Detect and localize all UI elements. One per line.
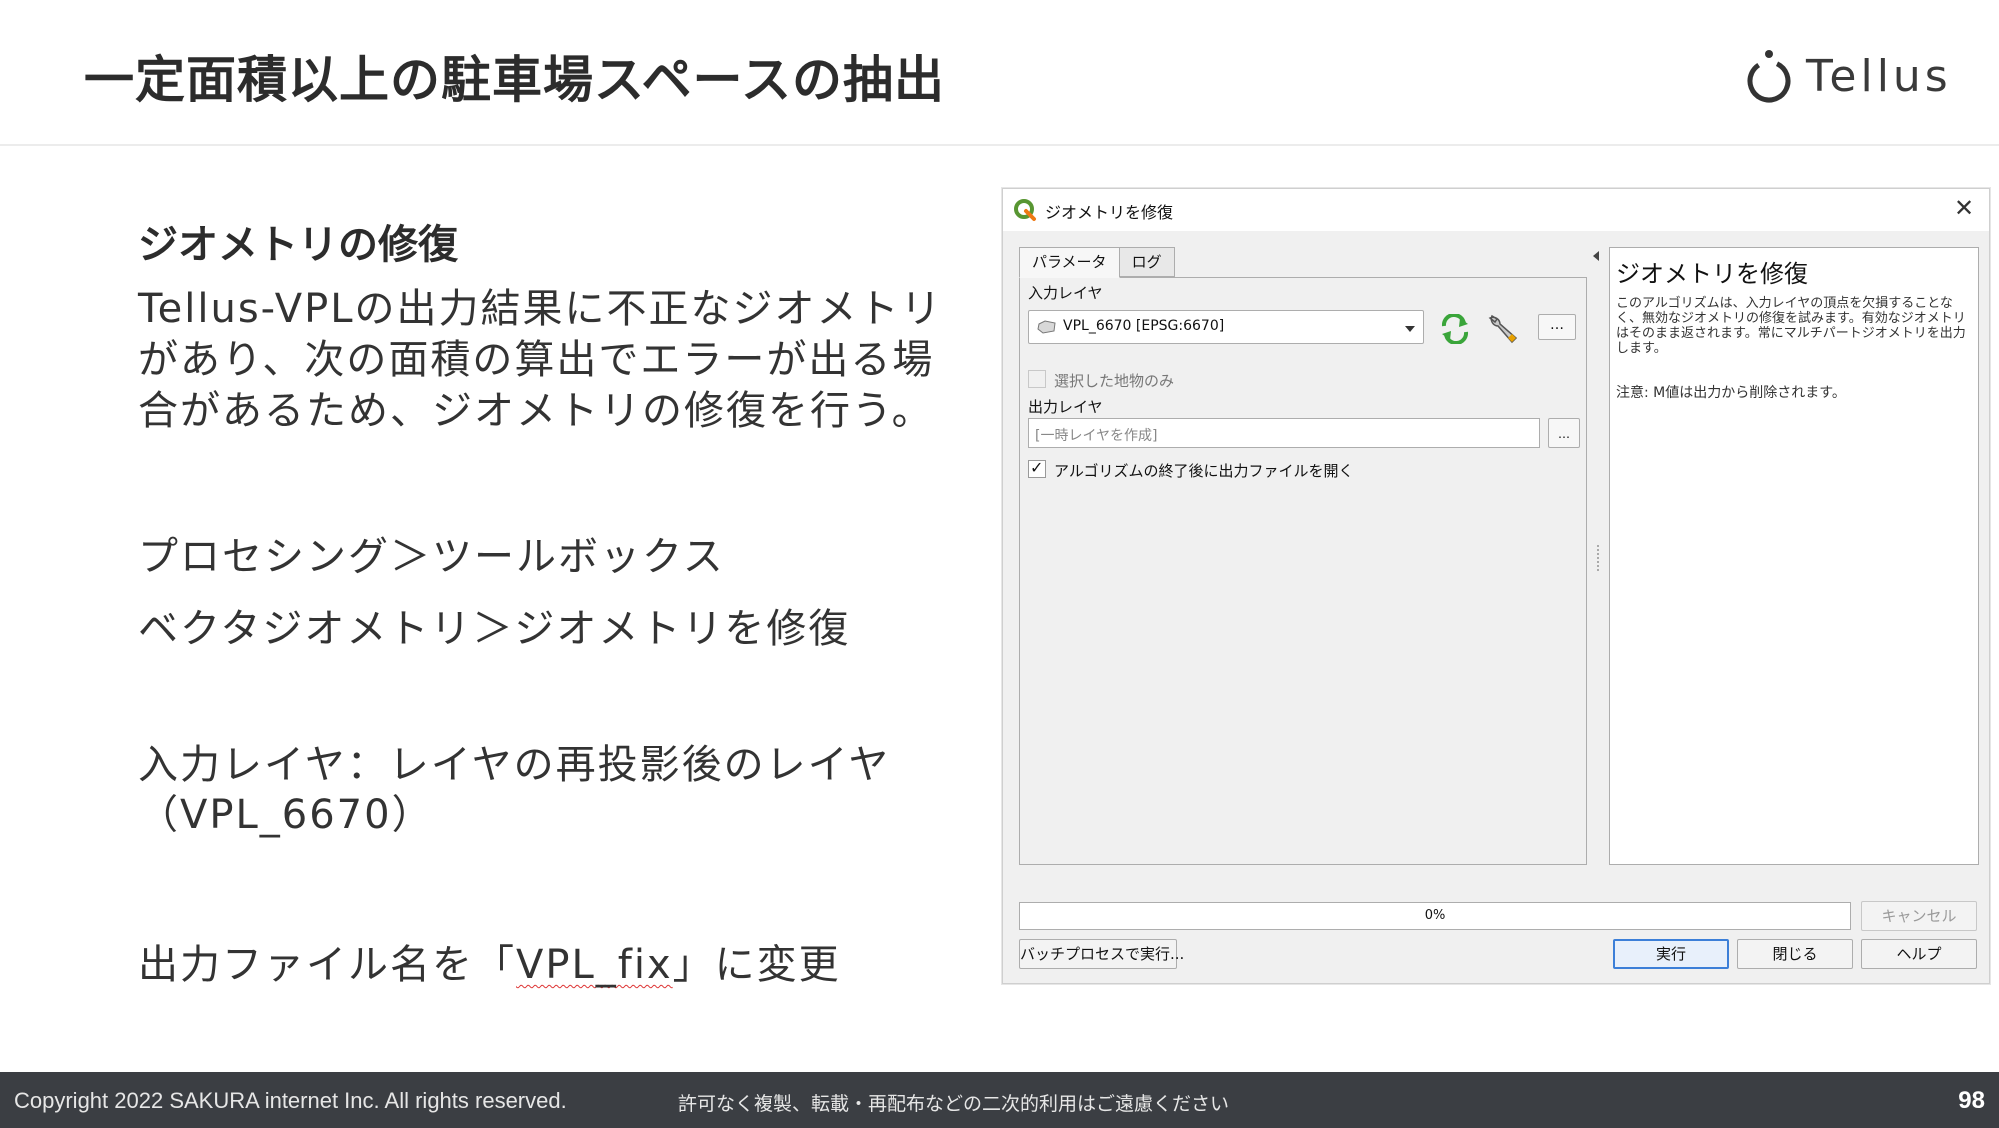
slide-footer: Copyright 2022 SAKURA internet Inc. All … [0,1072,1999,1128]
tellus-logo-icon [1747,50,1791,103]
chevron-down-icon [1405,326,1415,332]
selected-features-only-label: 選択した地物のみ [1054,372,1175,390]
run-as-batch-button[interactable]: バッチプロセスで実行... [1019,939,1184,969]
dialog-tabs: パラメータ ログ [1019,247,1175,278]
tab-log[interactable]: ログ [1118,247,1175,277]
progress-text: 0% [1424,908,1446,923]
menu-path-processing: プロセシング＞ツールボックス [138,534,725,580]
help-panel: ジオメトリを修復 このアルゴリズムは、入力レイヤの頂点を欠損することなく、無効な… [1609,247,1979,865]
help-description: このアルゴリズムは、入力レイヤの頂点を欠損することなく、無効なジオメトリの修復を… [1616,296,1966,356]
slide-title: 一定面積以上の駐車場スペースの抽出 [84,51,945,109]
iterate-icon[interactable] [1438,314,1472,344]
section-heading: ジオメトリの修復 [138,222,458,268]
selected-features-only-checkbox[interactable] [1028,370,1046,388]
output-note-suffix: 」に変更 [672,942,841,988]
output-filename-note: 出力ファイル名を「VPL_fix」に変更 [138,932,841,990]
input-layer-value: VPL_6670 [EPSG:6670] [1063,318,1225,334]
logo-text: Tellus [1806,50,1952,102]
output-note-filename: VPL_fix [516,942,673,988]
open-output-label: アルゴリズムの終了後に出力ファイルを開く [1054,462,1354,480]
page-number: 98 [1958,1087,1985,1114]
help-note: 注意: M値は出力から削除されます。 [1616,385,1846,401]
header-divider [0,144,1999,146]
help-title: ジオメトリを修復 [1616,260,1808,288]
more-options-button[interactable]: … [1538,314,1576,340]
splitter-handle[interactable] [1597,545,1599,571]
close-icon[interactable]: ✕ [1949,193,1979,223]
checkmark-icon: ✓ [1030,458,1044,477]
open-output-checkbox[interactable]: ✓ [1028,458,1046,478]
parameters-panel: 入力レイヤ VPL_6670 [EPSG:6670] … 選択した地物のみ 出力… [1019,277,1587,865]
tellus-logo: Tellus [1742,46,1972,106]
output-layer-placeholder: [一時レイヤを作成] [1035,428,1158,444]
dialog-titlebar: ジオメトリを修復 ✕ [1003,189,1989,231]
input-layer-select[interactable]: VPL_6670 [EPSG:6670] [1028,310,1424,344]
progress-bar: 0% [1019,902,1851,930]
wrench-icon[interactable] [1486,312,1520,346]
polygon-layer-icon [1037,320,1056,334]
output-layer-label: 出力レイヤ [1028,398,1103,416]
menu-path-vector-geometry: ベクタジオメトリ＞ジオメトリを修復 [138,606,851,652]
description-paragraph: Tellus-VPLの出力結果に不正なジオメトリがあり、次の面積の算出でエラーが… [138,286,943,434]
tab-parameters[interactable]: パラメータ [1019,247,1120,278]
dialog-title: ジオメトリを修復 [1045,203,1174,222]
output-browse-button[interactable]: … [1548,418,1580,448]
run-button[interactable]: 実行 [1613,939,1729,969]
copyright-text: Copyright 2022 SAKURA internet Inc. All … [14,1088,567,1113]
fix-geometries-dialog: ジオメトリを修復 ✕ パラメータ ログ 入力レイヤ VPL_6670 [EPSG… [1002,188,1990,984]
help-button[interactable]: ヘルプ [1861,939,1977,969]
input-layer-note: 入力レイヤ：レイヤの再投影後のレイヤ（VPL_6670） [138,742,891,838]
output-layer-field[interactable]: [一時レイヤを作成] [1028,418,1540,448]
reuse-notice: 許可なく複製、転載・再配布などの二次的利用はご遠慮ください [678,1093,1230,1115]
close-button[interactable]: 閉じる [1737,939,1853,969]
qgis-icon [1014,199,1036,221]
input-layer-label: 入力レイヤ [1028,284,1103,302]
cancel-button[interactable]: キャンセル [1861,901,1977,931]
output-note-prefix: 出力ファイル名を「 [138,942,516,988]
collapse-arrow-icon[interactable] [1593,251,1599,261]
